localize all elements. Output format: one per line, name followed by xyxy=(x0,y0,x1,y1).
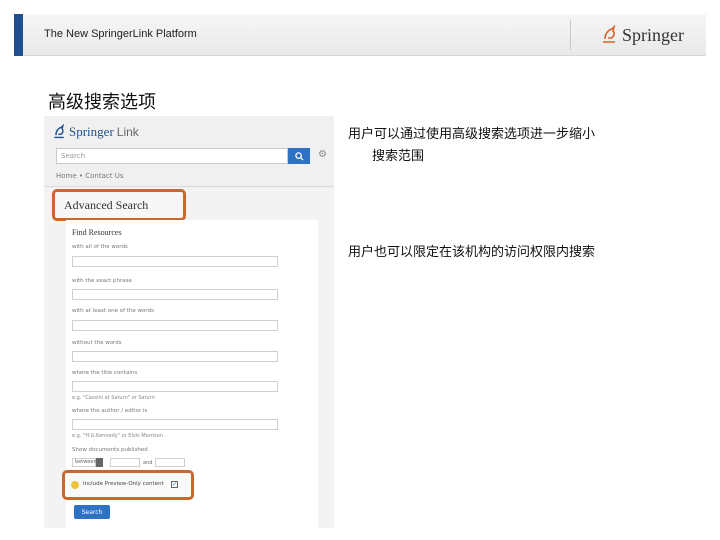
title-field[interactable] xyxy=(72,381,278,392)
search-icon xyxy=(294,151,304,161)
date-range-select[interactable]: between xyxy=(72,458,97,467)
springerlink-logo[interactable]: Springer Link xyxy=(52,124,139,140)
field-label-exact-phrase: with the exact phrase xyxy=(72,278,132,284)
springer-logo-text: Springer xyxy=(622,24,684,45)
slide-heading: 高级搜索选项 xyxy=(48,92,156,113)
springerlink-screenshot: Springer Link Search ⚙ Home • Contact Us… xyxy=(44,116,334,528)
note-narrow-search: 用户可以通过使用高级搜索选项进一步缩小 搜索范围 xyxy=(348,124,668,168)
any-words-field[interactable] xyxy=(72,320,278,331)
search-input[interactable]: Search xyxy=(56,148,288,164)
note1-line2: 搜索范围 xyxy=(372,149,425,164)
springerlink-header: Springer Link Search ⚙ Home • Contact Us xyxy=(44,116,334,188)
author-hint: e.g. "H.G.Kennedy" or Elvis Morrison xyxy=(72,433,163,439)
field-label-title: where the title contains xyxy=(72,370,138,376)
info-dot-icon xyxy=(71,481,79,489)
date-and-label: and xyxy=(143,459,153,466)
springer-horse-icon xyxy=(603,25,616,43)
springer-logo: Springer xyxy=(600,23,684,47)
platform-title: The New SpringerLink Platform xyxy=(44,28,197,40)
field-label-all-words: with all of the words xyxy=(72,244,128,250)
springer-horse-icon xyxy=(54,124,65,139)
preview-only-label: Include Preview-Only content xyxy=(83,481,164,487)
logo-link-text: Link xyxy=(116,125,139,139)
all-words-field[interactable] xyxy=(72,256,278,267)
preview-only-checkbox[interactable]: ✓ xyxy=(171,481,178,488)
date-range-label: Show documents published xyxy=(72,447,148,453)
title-hint: e.g. "Cassini at Saturn" or Saturn xyxy=(72,395,155,401)
header-accent-bar xyxy=(14,14,23,56)
field-label-author: where the author / editor is xyxy=(72,408,148,414)
note-institution-access: 用户也可以限定在该机构的访问权限内搜索 xyxy=(348,245,596,260)
end-year-field[interactable] xyxy=(155,458,186,467)
date-range-row: between and xyxy=(72,458,188,467)
advanced-search-submit-button[interactable]: Search xyxy=(74,505,110,519)
breadcrumb[interactable]: Home • Contact Us xyxy=(56,172,123,180)
chevron-down-icon[interactable] xyxy=(96,458,103,467)
author-field[interactable] xyxy=(72,419,278,430)
without-words-field[interactable] xyxy=(72,351,278,362)
form-heading: Find Resources xyxy=(72,228,122,237)
header-separator xyxy=(44,186,334,187)
note1-line1: 用户可以通过使用高级搜索选项进一步缩小 xyxy=(348,127,596,142)
header-divider xyxy=(570,20,571,50)
logo-springer-text: Springer xyxy=(69,124,114,139)
gear-icon[interactable]: ⚙ xyxy=(318,149,327,160)
slide-header: The New SpringerLink Platform Springer xyxy=(14,14,706,56)
preview-only-highlight: Include Preview-Only content ✓ xyxy=(62,470,194,500)
field-label-any-words: with at least one of the words xyxy=(72,308,154,314)
exact-phrase-field[interactable] xyxy=(72,289,278,300)
advanced-search-title-highlight: Advanced Search xyxy=(52,189,186,221)
field-label-without-words: without the words xyxy=(72,340,122,346)
start-year-field[interactable] xyxy=(110,458,140,467)
advanced-search-title: Advanced Search xyxy=(64,198,149,212)
search-button[interactable] xyxy=(288,148,310,164)
